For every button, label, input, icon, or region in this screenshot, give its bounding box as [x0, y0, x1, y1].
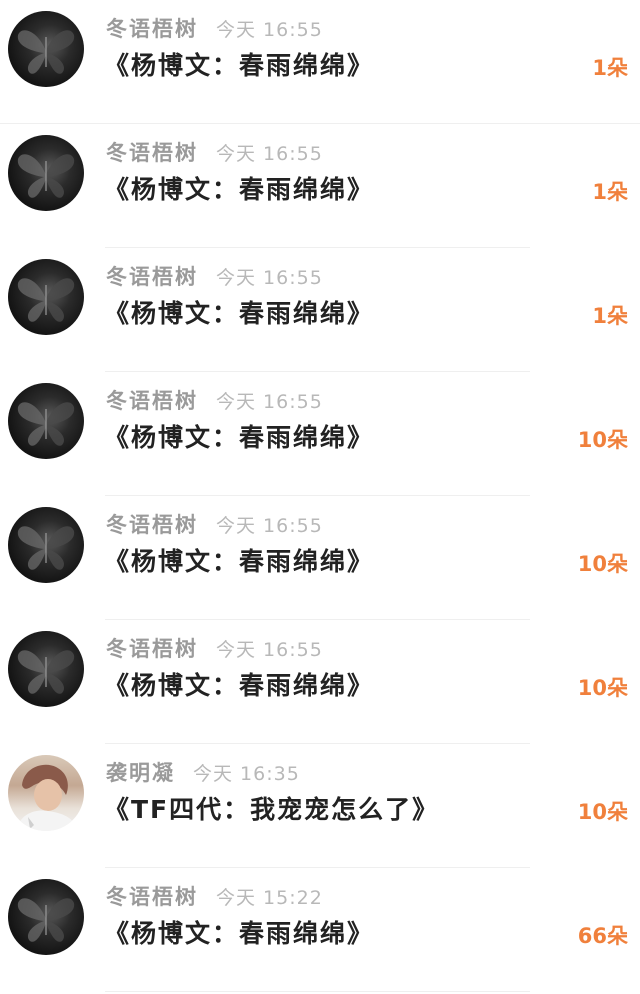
butterfly-icon [17, 30, 75, 74]
book-title[interactable]: 《杨博文：春雨绵绵》 [104, 170, 374, 210]
book-title[interactable]: 《杨博文：春雨绵绵》 [104, 418, 374, 458]
avatar[interactable] [8, 259, 84, 335]
butterfly-icon [17, 154, 75, 198]
list-item[interactable]: 冬语梧树 今天 16:55 《杨博文：春雨绵绵》 1朵 [0, 248, 640, 372]
list-item[interactable]: 冬语梧树 今天 16:55 《杨博文：春雨绵绵》 10朵 [0, 496, 640, 620]
avatar[interactable] [8, 11, 84, 87]
book-title[interactable]: 《杨博文：春雨绵绵》 [104, 666, 374, 706]
divider [105, 991, 530, 992]
butterfly-icon [17, 278, 75, 322]
timestamp: 今天 15:22 [216, 887, 323, 909]
flower-count: 1朵 [592, 56, 628, 80]
avatar[interactable] [8, 879, 84, 955]
timestamp: 今天 16:55 [216, 267, 323, 289]
list-item[interactable]: 冬语梧树 今天 16:55 《杨博文：春雨绵绵》 1朵 [0, 0, 640, 124]
timestamp: 今天 16:55 [216, 19, 323, 41]
person-photo-icon [16, 764, 78, 831]
user-name[interactable]: 冬语梧树 [106, 637, 198, 661]
timestamp: 今天 16:55 [216, 515, 323, 537]
avatar[interactable] [8, 383, 84, 459]
gift-record-list: 冬语梧树 今天 16:55 《杨博文：春雨绵绵》 1朵 冬语梧树 今天 16:55 … [0, 0, 640, 992]
flower-count: 10朵 [577, 552, 628, 576]
flower-count: 10朵 [577, 676, 628, 700]
butterfly-icon [17, 402, 75, 446]
book-title[interactable]: 《杨博文：春雨绵绵》 [104, 914, 374, 954]
list-item[interactable]: 冬语梧树 今天 15:22 《杨博文：春雨绵绵》 66朵 [0, 868, 640, 992]
list-item[interactable]: 冬语梧树 今天 16:55 《杨博文：春雨绵绵》 10朵 [0, 372, 640, 496]
book-title[interactable]: 《杨博文：春雨绵绵》 [104, 294, 374, 334]
book-title[interactable]: 《杨博文：春雨绵绵》 [104, 46, 374, 86]
flower-count: 1朵 [592, 304, 628, 328]
butterfly-icon [17, 650, 75, 694]
list-item[interactable]: 冬语梧树 今天 16:55 《杨博文：春雨绵绵》 10朵 [0, 620, 640, 744]
flower-count: 66朵 [577, 924, 628, 948]
flower-count: 10朵 [577, 428, 628, 452]
butterfly-icon [17, 526, 75, 570]
flower-count: 1朵 [592, 180, 628, 204]
timestamp: 今天 16:55 [216, 639, 323, 661]
avatar[interactable] [8, 507, 84, 583]
avatar[interactable] [8, 755, 84, 831]
user-name[interactable]: 冬语梧树 [106, 513, 198, 537]
list-item[interactable]: 袭明凝 今天 16:35 《TF四代：我宠宠怎么了》 10朵 [0, 744, 640, 868]
avatar[interactable] [8, 135, 84, 211]
user-name[interactable]: 冬语梧树 [106, 885, 198, 909]
user-name[interactable]: 袭明凝 [106, 761, 175, 785]
timestamp: 今天 16:35 [193, 763, 300, 785]
user-name[interactable]: 冬语梧树 [106, 265, 198, 289]
butterfly-icon [17, 898, 75, 942]
avatar[interactable] [8, 631, 84, 707]
book-title[interactable]: 《杨博文：春雨绵绵》 [104, 542, 374, 582]
user-name[interactable]: 冬语梧树 [106, 17, 198, 41]
user-name[interactable]: 冬语梧树 [106, 389, 198, 413]
list-item[interactable]: 冬语梧树 今天 16:55 《杨博文：春雨绵绵》 1朵 [0, 124, 640, 248]
user-name[interactable]: 冬语梧树 [106, 141, 198, 165]
timestamp: 今天 16:55 [216, 391, 323, 413]
flower-count: 10朵 [577, 800, 628, 824]
timestamp: 今天 16:55 [216, 143, 323, 165]
book-title[interactable]: 《TF四代：我宠宠怎么了》 [104, 790, 439, 830]
